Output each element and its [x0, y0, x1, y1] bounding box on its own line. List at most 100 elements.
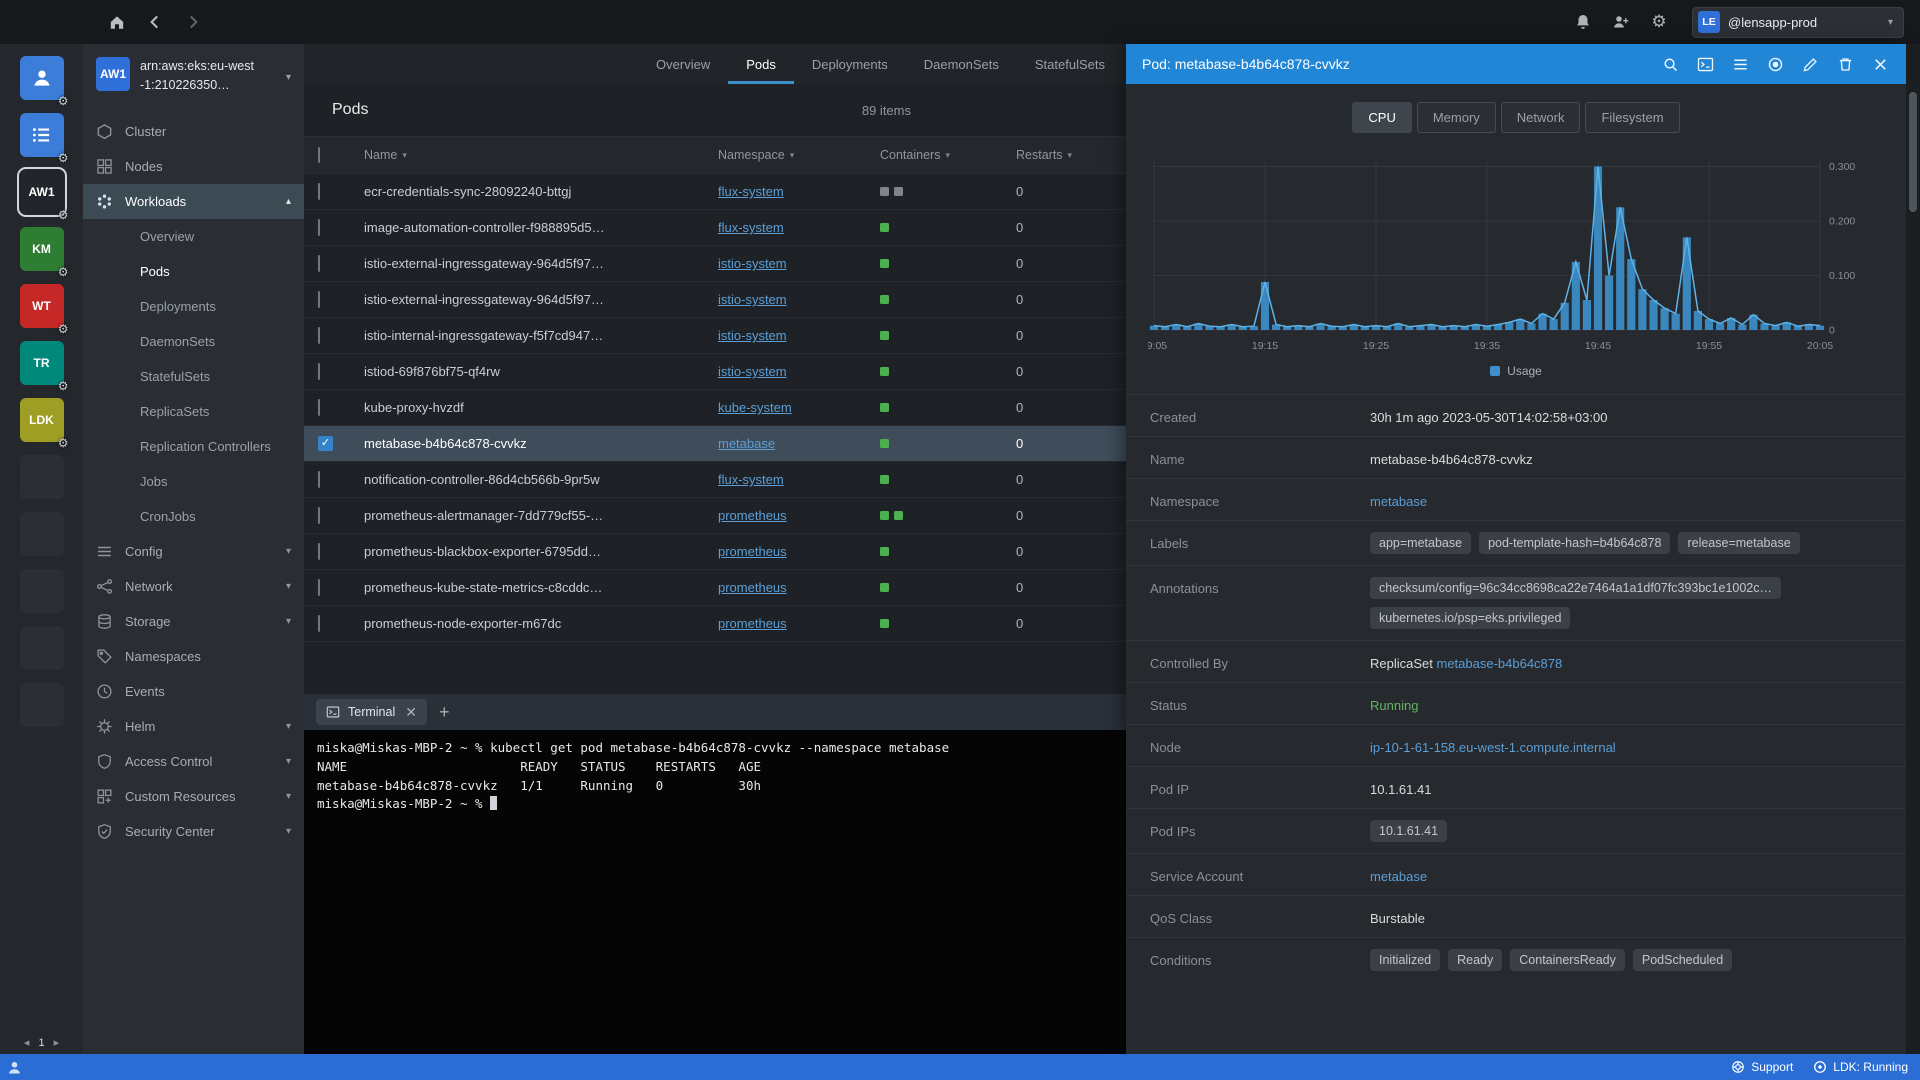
- sidebar-item-cluster[interactable]: Cluster: [83, 114, 304, 149]
- sidebar-item-helm[interactable]: Helm ▾: [83, 709, 304, 744]
- gear-badge-icon[interactable]: ⚙: [58, 94, 69, 108]
- sidebar-subitem-jobs[interactable]: Jobs: [83, 464, 304, 499]
- sidebar-subitem-statefulsets[interactable]: StatefulSets: [83, 359, 304, 394]
- row-checkbox[interactable]: [318, 399, 320, 416]
- hotbar-item-wt[interactable]: WT ⚙: [19, 284, 69, 336]
- gear-badge-icon[interactable]: ⚙: [58, 379, 69, 393]
- sidebar-item-storage[interactable]: Storage ▾: [83, 604, 304, 639]
- namespace-link[interactable]: prometheus: [718, 616, 787, 631]
- column-header-namespace[interactable]: Namespace ▾: [718, 148, 880, 162]
- close-tab-icon[interactable]: ✕: [405, 704, 417, 721]
- user-menu-button[interactable]: [6, 1059, 23, 1076]
- sidebar-subitem-replicasets[interactable]: ReplicaSets: [83, 394, 304, 429]
- sidebar-item-config[interactable]: Config ▾: [83, 534, 304, 569]
- detail-link[interactable]: metabase: [1370, 869, 1427, 884]
- table-row[interactable]: ✓ metabase-b4b64c878-cvvkz metabase 0: [304, 426, 1126, 462]
- sidebar-item-custom-resources[interactable]: Custom Resources ▾: [83, 779, 304, 814]
- sidebar-item-nodes[interactable]: Nodes: [83, 149, 304, 184]
- row-checkbox[interactable]: [318, 507, 320, 524]
- sidebar-subitem-daemonsets[interactable]: DaemonSets: [83, 324, 304, 359]
- row-checkbox[interactable]: [318, 363, 320, 380]
- namespace-link[interactable]: kube-system: [718, 400, 792, 415]
- scrollbar-thumb[interactable]: [1909, 92, 1917, 212]
- table-row[interactable]: kube-proxy-hvzdf kube-system 0: [304, 390, 1126, 426]
- gear-badge-icon[interactable]: ⚙: [58, 208, 69, 222]
- gear-badge-icon[interactable]: ⚙: [58, 265, 69, 279]
- hotbar-item-ldk[interactable]: LDK ⚙: [19, 398, 69, 450]
- sidebar-item-network[interactable]: Network ▾: [83, 569, 304, 604]
- tab-statefulsets[interactable]: StatefulSets: [1017, 44, 1123, 84]
- column-header-name[interactable]: Name ▾: [364, 148, 718, 162]
- hotbar-item-tr[interactable]: TR ⚙: [19, 341, 69, 393]
- table-row[interactable]: istio-internal-ingressgateway-f5f7cd947……: [304, 318, 1126, 354]
- cluster-status[interactable]: LDK: Running: [1813, 1060, 1908, 1074]
- metrics-tab-filesystem[interactable]: Filesystem: [1585, 102, 1680, 133]
- gear-badge-icon[interactable]: ⚙: [58, 151, 69, 165]
- namespace-link[interactable]: metabase: [718, 436, 775, 451]
- gear-badge-icon[interactable]: ⚙: [58, 436, 69, 450]
- account-switcher[interactable]: LE @lensapp-prod ▾: [1692, 6, 1904, 38]
- row-checkbox[interactable]: [318, 219, 320, 236]
- pager-next-icon[interactable]: ▸: [54, 1036, 60, 1049]
- metrics-tab-memory[interactable]: Memory: [1416, 102, 1496, 133]
- pager-prev-icon[interactable]: ◂: [24, 1036, 30, 1049]
- hotbar-item-catalog-list[interactable]: ⚙: [19, 113, 69, 165]
- cluster-switcher[interactable]: AW1 arn:aws:eks:eu-west-1:210226350… ▾: [83, 44, 304, 110]
- table-row[interactable]: image-automation-controller-f988895d5… fl…: [304, 210, 1126, 246]
- search-button[interactable]: [1661, 55, 1680, 74]
- namespace-link[interactable]: prometheus: [718, 580, 787, 595]
- detail-link[interactable]: ip-10-1-61-158.eu-west-1.compute.interna…: [1370, 740, 1616, 755]
- select-all-checkbox[interactable]: [318, 147, 320, 163]
- namespace-link[interactable]: prometheus: [718, 544, 787, 559]
- support-button[interactable]: Support: [1731, 1060, 1793, 1074]
- tab-daemonsets[interactable]: DaemonSets: [906, 44, 1017, 84]
- settings-button[interactable]: ⚙: [1648, 11, 1670, 33]
- sidebar-item-access-control[interactable]: Access Control ▾: [83, 744, 304, 779]
- tab-overview[interactable]: Overview: [638, 44, 728, 84]
- edit-button[interactable]: [1801, 55, 1820, 74]
- namespace-link[interactable]: istio-system: [718, 256, 787, 271]
- row-checkbox[interactable]: [318, 255, 320, 272]
- sidebar-item-namespaces[interactable]: Namespaces: [83, 639, 304, 674]
- namespace-link[interactable]: istio-system: [718, 292, 787, 307]
- metrics-tab-cpu[interactable]: CPU: [1352, 102, 1412, 133]
- row-checkbox[interactable]: [318, 183, 320, 200]
- row-checkbox[interactable]: [318, 579, 320, 596]
- sidebar-subitem-replication-controllers[interactable]: Replication Controllers: [83, 429, 304, 464]
- row-checkbox[interactable]: ✓: [318, 436, 333, 451]
- column-header-restarts[interactable]: Restarts ▾: [1016, 148, 1126, 162]
- tab-pods[interactable]: Pods: [728, 44, 794, 84]
- metrics-tab-network[interactable]: Network: [1500, 102, 1581, 133]
- home-button[interactable]: [100, 5, 134, 39]
- hotbar-item-catalog[interactable]: ⚙: [19, 56, 69, 108]
- close-button[interactable]: [1871, 55, 1890, 74]
- delete-button[interactable]: [1836, 55, 1855, 74]
- legend-label[interactable]: Usage: [1507, 364, 1542, 378]
- sidebar-item-security-center[interactable]: Security Center ▾: [83, 814, 304, 849]
- scrollbar-track[interactable]: [1906, 44, 1920, 1054]
- forward-button[interactable]: [176, 5, 210, 39]
- attach-button[interactable]: [1766, 55, 1785, 74]
- gear-badge-icon[interactable]: ⚙: [58, 322, 69, 336]
- table-row[interactable]: istiod-69f876bf75-qf4rw istio-system 0: [304, 354, 1126, 390]
- sidebar-subitem-overview[interactable]: Overview: [83, 219, 304, 254]
- row-checkbox[interactable]: [318, 615, 320, 632]
- column-header-containers[interactable]: Containers ▾: [880, 148, 1016, 162]
- table-row[interactable]: prometheus-node-exporter-m67dc prometheus…: [304, 606, 1126, 642]
- detail-link[interactable]: metabase: [1370, 494, 1427, 509]
- terminal-tab[interactable]: Terminal ✕: [316, 699, 427, 725]
- namespace-link[interactable]: flux-system: [718, 184, 784, 199]
- table-row[interactable]: notification-controller-86d4cb566b-9pr5w…: [304, 462, 1126, 498]
- namespace-link[interactable]: istio-system: [718, 328, 787, 343]
- hotbar-item-aw1[interactable]: AW1 ⚙: [16, 167, 69, 222]
- logs-button[interactable]: [1731, 55, 1750, 74]
- table-row[interactable]: prometheus-blackbox-exporter-6795dd… prom…: [304, 534, 1126, 570]
- terminal-output[interactable]: miska@Miskas-MBP-2 ~ % kubectl get pod m…: [304, 730, 1126, 1054]
- table-row[interactable]: prometheus-kube-state-metrics-c8cddc… pro…: [304, 570, 1126, 606]
- shell-button[interactable]: [1696, 55, 1715, 74]
- sidebar-subitem-cronjobs[interactable]: CronJobs: [83, 499, 304, 534]
- sidebar-subitem-pods[interactable]: Pods: [83, 254, 304, 289]
- namespace-link[interactable]: prometheus: [718, 508, 787, 523]
- sidebar-item-events[interactable]: Events: [83, 674, 304, 709]
- table-row[interactable]: istio-external-ingressgateway-964d5f97… i…: [304, 246, 1126, 282]
